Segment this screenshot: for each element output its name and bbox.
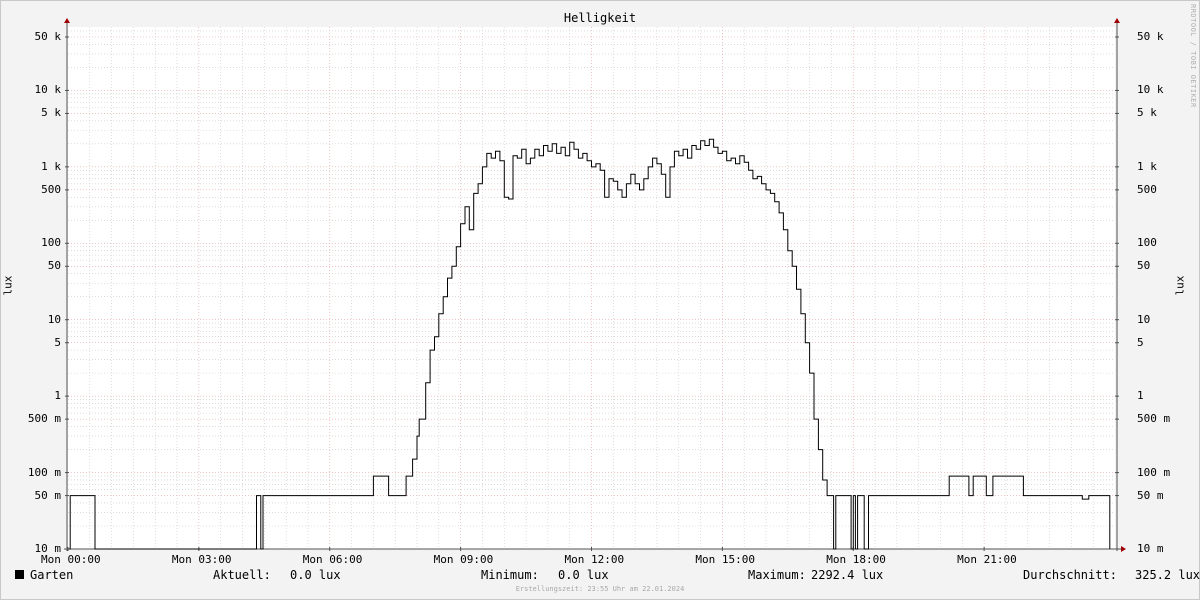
y-tick-label-left: 5 k	[41, 106, 61, 120]
legend-maximum-label: Maximum:	[748, 568, 806, 582]
x-tick-label: Mon 03:00	[171, 553, 232, 566]
y-tick-label-left: 5	[54, 335, 61, 349]
y-tick-label-left: 1 k	[41, 159, 61, 173]
chart-canvas	[64, 18, 1126, 552]
y-tick-label-right: 10	[1137, 312, 1151, 326]
y-tick-label-right: 1 k	[1137, 159, 1157, 173]
y-tick-label-right: 500 m	[1137, 412, 1171, 426]
legend-maximum-value: 2292.4 lux	[811, 568, 884, 582]
y-tick-label-left: 50 m	[34, 488, 62, 502]
y-tick-label-left: 500	[41, 182, 61, 196]
y-tick-label-left: 1	[54, 389, 61, 403]
legend-swatch	[15, 570, 24, 579]
y-tick-label-right: 1	[1137, 389, 1144, 403]
legend-series-name: Garten	[30, 568, 74, 582]
creation-timestamp: Erstellungszeit: 23:55 Uhr am 22.01.2024	[515, 585, 685, 593]
legend-average-value: 325.2 lux	[1135, 568, 1200, 582]
x-tick-label: Mon 09:00	[433, 553, 494, 566]
y-tick-label-right: 5	[1137, 335, 1144, 349]
watermark: RRDTOOL / TOBI OETIKER	[1189, 4, 1197, 108]
y-tick-label-left: 50	[47, 259, 61, 273]
chart-title: Helligkeit	[563, 11, 637, 25]
x-axis-arrow	[1121, 546, 1126, 552]
legend-minimum-value: 0.0 lux	[558, 568, 609, 582]
y-tick-label-left: 100 m	[27, 465, 61, 479]
x-tick-label: Mon 15:00	[695, 553, 755, 566]
x-tick-label: Mon 21:00	[957, 553, 1017, 566]
legend-average-label: Durchschnitt:	[1023, 568, 1117, 582]
y-axis-label-left: lux	[1, 275, 15, 296]
y-tick-label-right: 10 k	[1137, 83, 1164, 97]
x-tick-label: Mon 12:00	[564, 553, 625, 566]
y-tick-label-right: 50 k	[1137, 30, 1164, 43]
legend-minimum-label: Minimum:	[481, 568, 539, 582]
y-tick-label-left: 10	[47, 312, 61, 326]
y-axis-label-right: lux	[1173, 275, 1187, 296]
y-tick-label-right: 50 m	[1137, 488, 1164, 502]
y-tick-label-right: 100	[1137, 236, 1157, 250]
y-tick-label-left: 500 m	[27, 412, 61, 426]
y-tick-label-right: 50	[1137, 259, 1151, 273]
x-tick-label: Mon 18:00	[826, 553, 886, 566]
y-tick-label-right: 10 m	[1137, 542, 1164, 555]
y-tick-label-left: 10 k	[34, 83, 62, 97]
y-tick-label-right: 5 k	[1137, 106, 1157, 120]
legend-aktuell-label: Aktuell:	[213, 568, 271, 582]
y-tick-label-left: 100	[41, 236, 61, 250]
grid-lines	[68, 27, 1115, 550]
y-tick-label-right: 500	[1137, 182, 1157, 196]
legend-aktuell-value: 0.0 lux	[290, 568, 341, 582]
x-tick-label: Mon 00:00	[41, 553, 101, 566]
x-tick-label: Mon 06:00	[302, 553, 363, 566]
y-tick-label-right: 100 m	[1137, 465, 1171, 479]
y-tick-label-left: 50 k	[34, 30, 62, 43]
